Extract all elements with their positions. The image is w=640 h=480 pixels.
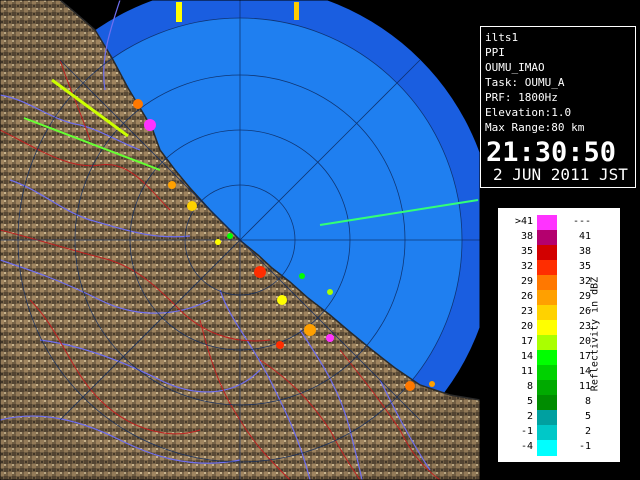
max-range-value: Max Range:80 km bbox=[485, 121, 585, 134]
radar-ppi-display bbox=[0, 0, 480, 480]
legend-color-swatch bbox=[537, 215, 557, 231]
legend-unit-label: Reflectivity in dBZ bbox=[585, 259, 605, 409]
scan-info-panel: ilts1 PPI OUMU_IMAO Task: OUMU_A PRF: 18… bbox=[480, 26, 636, 188]
echo-cell bbox=[299, 273, 305, 279]
reflectivity-legend: >41 --- 38 41 35 38 32 35 29 32 26 29 23 26 20 23 17 20 14… bbox=[498, 208, 620, 462]
scan-time: 21:30:50 bbox=[486, 137, 617, 168]
legend-low-label: -4 bbox=[520, 441, 533, 452]
echo-cell bbox=[215, 239, 221, 245]
echo-cell bbox=[327, 289, 333, 295]
legend-color-swatch bbox=[537, 440, 557, 456]
legend-color-swatch bbox=[537, 365, 557, 381]
echo-cell bbox=[133, 99, 143, 109]
echo-cell bbox=[405, 381, 415, 391]
legend-high-label: 2 bbox=[584, 426, 591, 437]
elevation-value: Elevation:1.0 bbox=[485, 106, 572, 119]
echo-cell bbox=[168, 181, 176, 189]
legend-low-label: -1 bbox=[520, 426, 533, 437]
legend-low-label: >41 bbox=[514, 216, 533, 227]
range-rings bbox=[0, 0, 480, 480]
echo-cell bbox=[304, 324, 316, 336]
task-name: Task: OUMU_A bbox=[485, 76, 565, 89]
scan-type: PPI bbox=[485, 46, 505, 59]
legend-low-label: 2 bbox=[526, 411, 533, 422]
legend-color-swatch bbox=[537, 275, 557, 291]
product-name: OUMU_IMAO bbox=[485, 61, 545, 74]
legend-color-swatch bbox=[537, 425, 557, 441]
legend-low-label: 26 bbox=[520, 291, 533, 302]
legend-color-swatch bbox=[537, 395, 557, 411]
legend-color-swatch bbox=[537, 410, 557, 426]
legend-low-label: 35 bbox=[520, 246, 533, 257]
legend-color-swatch bbox=[537, 305, 557, 321]
legend-high-label: 38 bbox=[578, 246, 591, 257]
legend-low-label: 14 bbox=[520, 351, 533, 362]
echo-cell bbox=[227, 233, 233, 239]
system-name: ilts1 bbox=[485, 31, 519, 44]
legend-color-swatch bbox=[537, 380, 557, 396]
prf-value: PRF: 1800Hz bbox=[485, 91, 558, 104]
echo-cell bbox=[277, 295, 287, 305]
legend-low-label: 38 bbox=[520, 231, 533, 242]
legend-color-swatch bbox=[537, 320, 557, 336]
legend-color-swatch bbox=[537, 290, 557, 306]
legend-low-label: 11 bbox=[520, 366, 533, 377]
echo-cell bbox=[254, 266, 266, 278]
legend-high-label: --- bbox=[572, 216, 591, 227]
echo-cell bbox=[176, 2, 182, 22]
echo-cell bbox=[144, 119, 156, 131]
echo-cell bbox=[326, 334, 334, 342]
legend-low-label: 29 bbox=[520, 276, 533, 287]
legend-high-label: -1 bbox=[578, 441, 591, 452]
echo-cell bbox=[187, 201, 197, 211]
legend-low-label: 5 bbox=[526, 396, 533, 407]
echo-cell bbox=[276, 341, 284, 349]
legend-low-label: 17 bbox=[520, 336, 533, 347]
legend-high-label: 5 bbox=[584, 411, 591, 422]
legend-color-swatch bbox=[537, 350, 557, 366]
scan-date: 2 JUN 2011 JST bbox=[493, 165, 628, 184]
echo-cell bbox=[294, 2, 299, 20]
legend-color-swatch bbox=[537, 245, 557, 261]
legend-low-label: 23 bbox=[520, 306, 533, 317]
legend-low-label: 20 bbox=[520, 321, 533, 332]
legend-low-label: 32 bbox=[520, 261, 533, 272]
legend-high-label: 41 bbox=[578, 231, 591, 242]
legend-low-label: 8 bbox=[526, 381, 533, 392]
echo-cell bbox=[429, 381, 435, 387]
legend-unit-text: Reflectivity in dBZ bbox=[589, 276, 601, 392]
legend-color-swatch bbox=[537, 230, 557, 246]
legend-color-swatch bbox=[537, 260, 557, 276]
legend-color-swatch bbox=[537, 335, 557, 351]
